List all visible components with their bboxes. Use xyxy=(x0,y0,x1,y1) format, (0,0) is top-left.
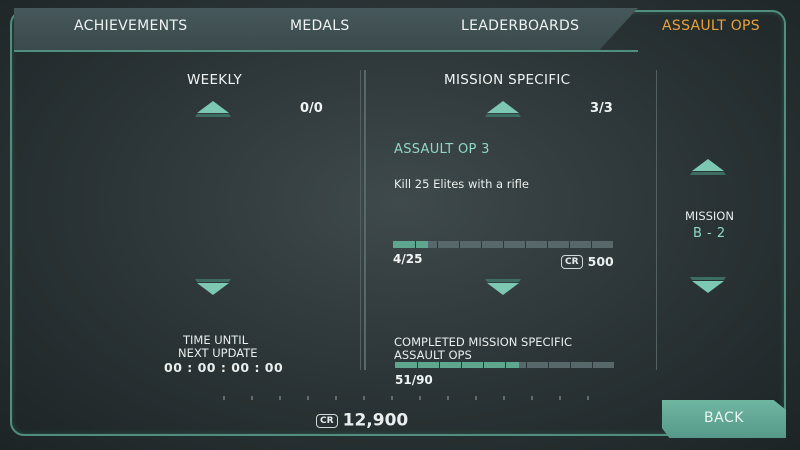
mission-specific-header: MISSION SPECIFIC xyxy=(444,72,571,88)
column-divider xyxy=(360,70,361,370)
ruler-tick xyxy=(279,396,281,400)
mission-value: B - 2 xyxy=(693,226,726,241)
credits: CR 12,900 xyxy=(316,410,408,431)
assault-op-description: Kill 25 Elites with a rifle xyxy=(394,177,529,191)
progress-segment-tick xyxy=(459,241,460,248)
ruler-tick xyxy=(391,396,393,400)
reward: CR 500 xyxy=(561,251,614,270)
ruler-tick xyxy=(447,396,449,400)
tab-leaderboards[interactable]: LEADERBOARDS xyxy=(461,18,579,34)
reward-value: 500 xyxy=(587,254,614,269)
weekly-count: 0/0 xyxy=(300,101,323,116)
column-divider xyxy=(656,70,657,370)
progress-fill xyxy=(395,362,520,368)
tab-achievements[interactable]: ACHIEVEMENTS xyxy=(74,18,187,34)
mission-specific-count: 3/3 xyxy=(590,101,613,116)
timer-label: NEXT UPDATE xyxy=(178,346,258,360)
weekly-header: WEEKLY xyxy=(187,72,243,88)
cr-icon: CR xyxy=(316,413,338,428)
assault-op-progress-bar xyxy=(393,241,613,248)
progress-segment-tick xyxy=(460,362,462,368)
progress-segment-tick xyxy=(548,362,550,368)
mission-label: MISSION xyxy=(685,209,734,223)
ruler-tick xyxy=(251,396,253,400)
tab-bar: ACHIEVEMENTS MEDALS LEADERBOARDS ASSAULT… xyxy=(14,8,786,52)
cr-icon: CR xyxy=(561,254,583,269)
progress-segment-tick xyxy=(526,362,528,368)
ruler-tick xyxy=(503,396,505,400)
ruler-tick xyxy=(587,396,589,400)
mission-scroll-up-icon[interactable] xyxy=(690,158,726,176)
progress-segment-tick xyxy=(592,362,594,368)
mission-scroll-down-icon[interactable] xyxy=(690,276,726,294)
progress-segment-tick xyxy=(503,241,504,248)
ruler-tick xyxy=(419,396,421,400)
timer-value: 00 : 00 : 00 : 00 xyxy=(164,360,284,375)
assault-op-progress-text: 4/25 xyxy=(393,252,423,266)
ruler-tick xyxy=(223,396,225,400)
ruler-tick xyxy=(475,396,477,400)
progress-segment-tick xyxy=(525,241,526,248)
weekly-scroll-down-icon[interactable] xyxy=(195,278,231,296)
credits-value: 12,900 xyxy=(342,410,409,431)
weekly-scroll-up-icon[interactable] xyxy=(195,100,231,118)
progress-segment-tick xyxy=(547,241,548,248)
back-button-label[interactable]: BACK xyxy=(662,410,786,426)
progress-fill xyxy=(393,241,429,248)
ruler-tick xyxy=(559,396,561,400)
completed-label: COMPLETED MISSION SPECIFIC xyxy=(394,335,572,349)
progress-segment-tick xyxy=(481,241,482,248)
progress-segment-tick xyxy=(591,241,592,248)
progress-segment-tick xyxy=(438,362,440,368)
column-divider xyxy=(364,70,366,370)
progress-segment-tick xyxy=(437,241,438,248)
ruler-tick xyxy=(335,396,337,400)
mission-specific-scroll-up-icon[interactable] xyxy=(485,100,521,118)
ruler-tick xyxy=(307,396,309,400)
completed-label: ASSAULT OPS xyxy=(394,348,472,362)
ruler-tick xyxy=(363,396,365,400)
assault-op-title: ASSAULT OP 3 xyxy=(394,142,490,157)
timer-label: TIME UNTIL xyxy=(183,333,249,347)
progress-segment-tick xyxy=(570,362,572,368)
ruler-tick xyxy=(531,396,533,400)
tab-assault-ops[interactable]: ASSAULT OPS xyxy=(662,18,760,34)
progress-segment-tick xyxy=(482,362,484,368)
completed-text: 51/90 xyxy=(395,373,433,387)
progress-segment-tick xyxy=(416,362,418,368)
progress-segment-tick xyxy=(504,362,506,368)
progress-segment-tick xyxy=(415,241,416,248)
mission-specific-scroll-down-icon[interactable] xyxy=(485,278,521,296)
completed-progress-bar xyxy=(395,362,614,368)
tab-medals[interactable]: MEDALS xyxy=(290,18,350,34)
progress-segment-tick xyxy=(569,241,570,248)
